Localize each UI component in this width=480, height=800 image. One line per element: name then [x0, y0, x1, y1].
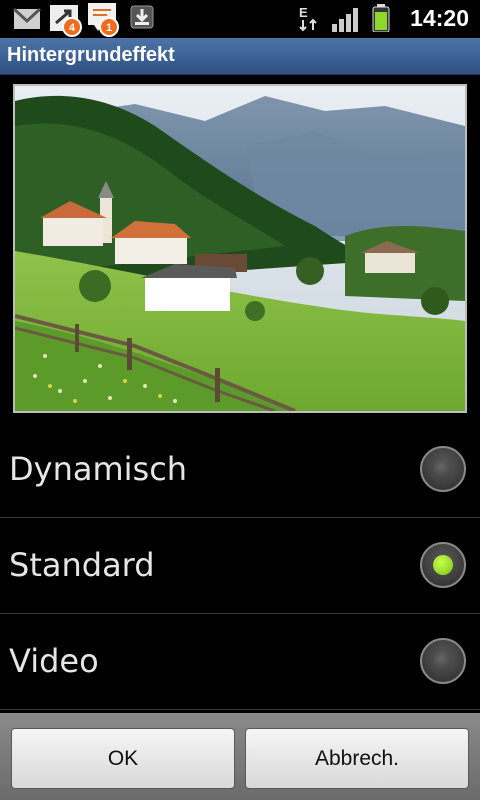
- battery-icon: [372, 4, 390, 36]
- status-clock: 14:20: [410, 5, 469, 31]
- option-label: Dynamisch: [9, 450, 188, 488]
- dialog-title: Hintergrundeffekt: [7, 44, 175, 66]
- option-standard[interactable]: Standard: [0, 518, 480, 614]
- cancel-button[interactable]: Abbrech.: [245, 728, 469, 789]
- dialog-button-bar: OK Abbrech.: [0, 713, 480, 800]
- radio-button-selected[interactable]: [420, 542, 466, 588]
- gmail-icon: [12, 7, 42, 34]
- download-icon: [130, 5, 154, 33]
- radio-button[interactable]: [420, 446, 466, 492]
- svg-text:E: E: [299, 5, 308, 20]
- landscape-image: [15, 86, 465, 411]
- missed-call-badge: 4: [62, 17, 82, 37]
- messages-badge: 1: [99, 17, 119, 37]
- option-label: Video: [9, 642, 99, 680]
- radio-dot: [434, 460, 452, 478]
- option-video[interactable]: Video: [0, 614, 480, 710]
- radio-dot: [434, 652, 452, 670]
- dialog-title-bar: Hintergrundeffekt: [0, 38, 480, 75]
- radio-button[interactable]: [420, 638, 466, 684]
- edge-signal-icon: E: [298, 4, 320, 36]
- signal-bars-icon: [332, 8, 358, 36]
- wallpaper-preview: [13, 84, 467, 413]
- option-label: Standard: [9, 546, 155, 584]
- option-dynamisch[interactable]: Dynamisch: [0, 422, 480, 518]
- ok-button[interactable]: OK: [11, 728, 235, 789]
- radio-dot: [433, 555, 453, 575]
- status-bar: 4 1 E 14:20: [0, 0, 480, 38]
